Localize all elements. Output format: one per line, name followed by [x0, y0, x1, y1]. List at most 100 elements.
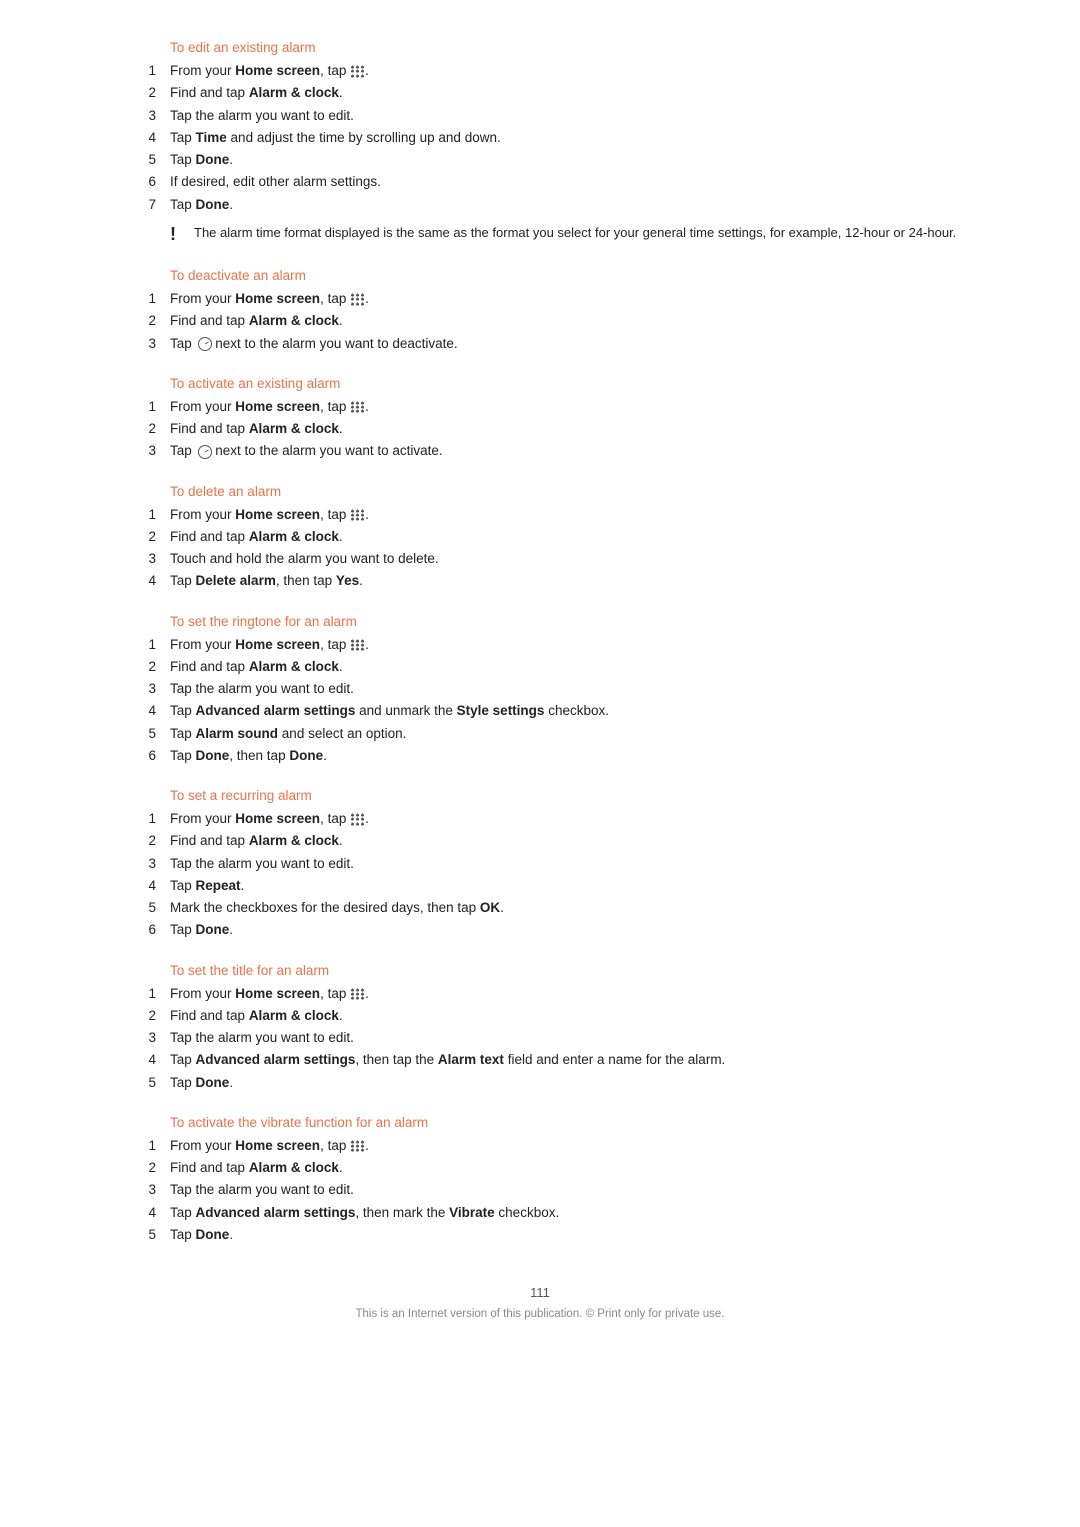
- step-text: Find and tap Alarm & clock.: [170, 311, 970, 331]
- step-text: From your Home screen, tap .: [170, 809, 970, 829]
- section-title-recurring-alarm: To set a recurring alarm: [110, 788, 970, 803]
- step-number: 2: [110, 419, 170, 439]
- step-text: Tap Repeat.: [170, 876, 970, 896]
- step-number: 1: [110, 397, 170, 417]
- step-text: Tap the alarm you want to edit.: [170, 854, 970, 874]
- step-item: 3Tap next to the alarm you want to deact…: [110, 334, 970, 354]
- step-number: 4: [110, 128, 170, 148]
- step-text: Tap Done.: [170, 920, 970, 940]
- step-item: 6Tap Done.: [110, 920, 970, 940]
- step-number: 3: [110, 106, 170, 126]
- step-item: 3Touch and hold the alarm you want to de…: [110, 549, 970, 569]
- section-deactivate-alarm: To deactivate an alarm1From your Home sc…: [110, 268, 970, 354]
- step-item: 5Tap Done.: [110, 150, 970, 170]
- step-item: 7Tap Done.: [110, 195, 970, 215]
- section-title-edit-alarm: To edit an existing alarm: [110, 40, 970, 55]
- step-number: 3: [110, 549, 170, 569]
- step-item: 3Tap next to the alarm you want to activ…: [110, 441, 970, 461]
- step-text: Tap the alarm you want to edit.: [170, 1180, 970, 1200]
- step-number: 2: [110, 1158, 170, 1178]
- step-item: 4Tap Time and adjust the time by scrolli…: [110, 128, 970, 148]
- section-title-vibrate: To activate the vibrate function for an …: [110, 1115, 970, 1130]
- step-number: 3: [110, 1028, 170, 1048]
- note-row: !The alarm time format displayed is the …: [110, 223, 970, 246]
- step-text: From your Home screen, tap .: [170, 397, 970, 417]
- step-number: 1: [110, 61, 170, 81]
- step-item: 2Find and tap Alarm & clock.: [110, 83, 970, 103]
- step-item: 4Tap Delete alarm, then tap Yes.: [110, 571, 970, 591]
- step-text: Find and tap Alarm & clock.: [170, 1158, 970, 1178]
- step-number: 5: [110, 724, 170, 744]
- step-item: 1From your Home screen, tap .: [110, 984, 970, 1004]
- step-item: 5Tap Done.: [110, 1225, 970, 1245]
- step-text: Tap Done.: [170, 1225, 970, 1245]
- step-number: 1: [110, 289, 170, 309]
- step-number: 3: [110, 441, 170, 461]
- step-text: Tap Done.: [170, 195, 970, 215]
- step-number: 3: [110, 854, 170, 874]
- step-text: Tap Advanced alarm settings and unmark t…: [170, 701, 970, 721]
- section-title-delete-alarm: To delete an alarm: [110, 484, 970, 499]
- step-number: 5: [110, 150, 170, 170]
- page-number: 111: [110, 1285, 970, 1300]
- step-item: 2Find and tap Alarm & clock.: [110, 657, 970, 677]
- step-item: 1From your Home screen, tap .: [110, 61, 970, 81]
- step-number: 7: [110, 195, 170, 215]
- step-text: Tap next to the alarm you want to deacti…: [170, 334, 970, 354]
- alarm-icon: [198, 445, 212, 459]
- section-vibrate: To activate the vibrate function for an …: [110, 1115, 970, 1245]
- step-list-delete-alarm: 1From your Home screen, tap .2Find and t…: [110, 505, 970, 592]
- step-text: Tap next to the alarm you want to activa…: [170, 441, 970, 461]
- step-list-set-ringtone: 1From your Home screen, tap .2Find and t…: [110, 635, 970, 767]
- step-text: From your Home screen, tap .: [170, 505, 970, 525]
- step-text: Mark the checkboxes for the desired days…: [170, 898, 970, 918]
- step-item: 4Tap Advanced alarm settings and unmark …: [110, 701, 970, 721]
- step-text: Find and tap Alarm & clock.: [170, 657, 970, 677]
- step-number: 1: [110, 505, 170, 525]
- step-item: 5Tap Alarm sound and select an option.: [110, 724, 970, 744]
- section-activate-alarm: To activate an existing alarm1From your …: [110, 376, 970, 462]
- step-number: 6: [110, 920, 170, 940]
- step-item: 3Tap the alarm you want to edit.: [110, 106, 970, 126]
- step-number: 3: [110, 334, 170, 354]
- step-number: 2: [110, 1006, 170, 1026]
- step-text: Find and tap Alarm & clock.: [170, 831, 970, 851]
- page-content: To edit an existing alarm1From your Home…: [110, 0, 970, 1400]
- step-text: Find and tap Alarm & clock.: [170, 1006, 970, 1026]
- step-item: 2Find and tap Alarm & clock.: [110, 1006, 970, 1026]
- section-title-deactivate-alarm: To deactivate an alarm: [110, 268, 970, 283]
- step-item: 5Mark the checkboxes for the desired day…: [110, 898, 970, 918]
- step-text: Tap Alarm sound and select an option.: [170, 724, 970, 744]
- step-text: Tap the alarm you want to edit.: [170, 679, 970, 699]
- step-item: 3Tap the alarm you want to edit.: [110, 854, 970, 874]
- step-number: 1: [110, 635, 170, 655]
- step-item: 5Tap Done.: [110, 1073, 970, 1093]
- step-text: From your Home screen, tap .: [170, 984, 970, 1004]
- step-number: 3: [110, 1180, 170, 1200]
- note-text: The alarm time format displayed is the s…: [194, 223, 970, 243]
- section-edit-alarm: To edit an existing alarm 1From your Home…: [110, 40, 970, 246]
- step-number: 5: [110, 1225, 170, 1245]
- step-number: 1: [110, 1136, 170, 1156]
- apps-icon: [350, 1140, 365, 1153]
- step-number: 4: [110, 701, 170, 721]
- step-text: From your Home screen, tap .: [170, 635, 970, 655]
- step-item: 2Find and tap Alarm & clock.: [110, 311, 970, 331]
- step-number: 4: [110, 571, 170, 591]
- section-title-set-title: To set the title for an alarm: [110, 963, 970, 978]
- step-item: 4Tap Advanced alarm settings, then tap t…: [110, 1050, 970, 1070]
- step-number: 5: [110, 898, 170, 918]
- step-text: Tap Advanced alarm settings, then mark t…: [170, 1203, 970, 1223]
- step-item: 6Tap Done, then tap Done.: [110, 746, 970, 766]
- step-item: 1From your Home screen, tap .: [110, 635, 970, 655]
- step-item: 1From your Home screen, tap .: [110, 397, 970, 417]
- step-text: From your Home screen, tap .: [170, 61, 970, 81]
- step-item: 1From your Home screen, tap .: [110, 505, 970, 525]
- step-text: Tap Time and adjust the time by scrollin…: [170, 128, 970, 148]
- step-item: 3Tap the alarm you want to edit.: [110, 1180, 970, 1200]
- step-text: Find and tap Alarm & clock.: [170, 419, 970, 439]
- step-list-set-title: 1From your Home screen, tap .2Find and t…: [110, 984, 970, 1093]
- step-number: 4: [110, 1203, 170, 1223]
- step-text: Tap Done, then tap Done.: [170, 746, 970, 766]
- step-text: Touch and hold the alarm you want to del…: [170, 549, 970, 569]
